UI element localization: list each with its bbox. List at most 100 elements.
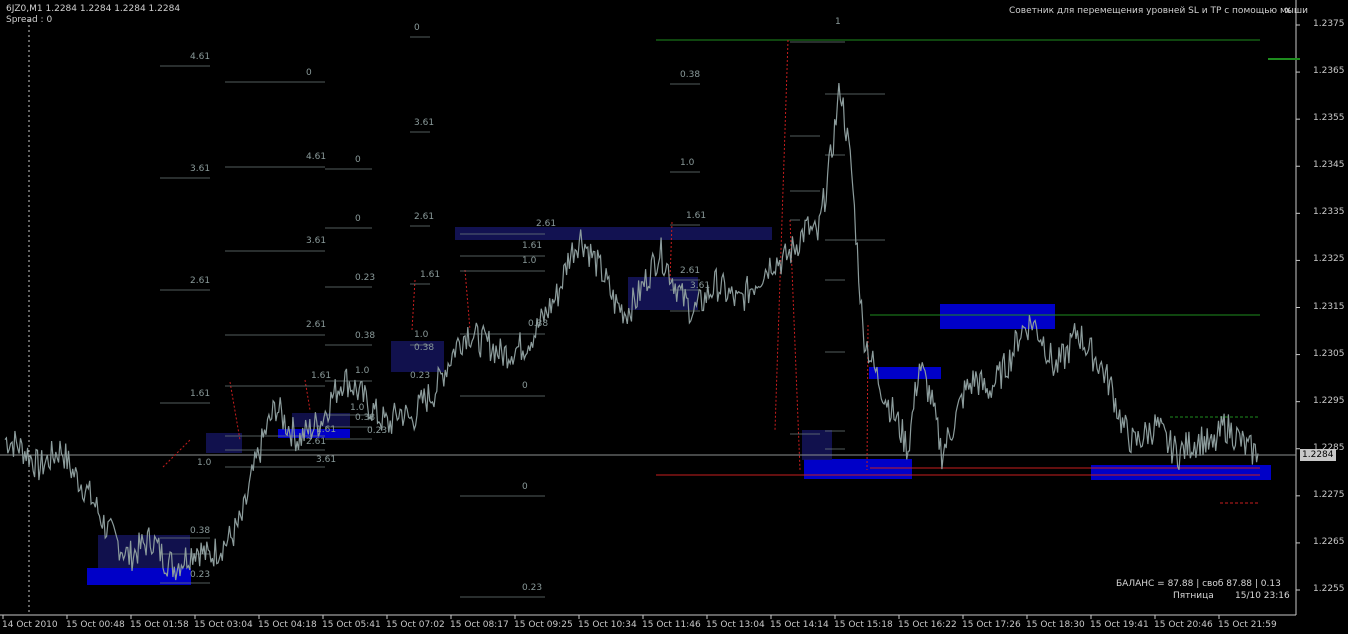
price-axis-label: 1.2325	[1313, 254, 1345, 265]
price-axis-label: 1.2345	[1313, 160, 1345, 171]
fib-level-label: 0	[414, 23, 420, 33]
fib-level-label: 1.61	[311, 371, 332, 381]
day-label: Пятница	[1173, 591, 1214, 601]
fib-level-label: 1.0	[414, 330, 429, 340]
time-axis-label: 15 Oct 08:17	[450, 620, 509, 630]
spread-label: Spread : 0	[6, 15, 53, 25]
time-axis-label: 15 Oct 11:46	[642, 620, 701, 630]
time-axis-label: 15 Oct 18:30	[1026, 620, 1085, 630]
time-axis-label: 15 Oct 20:46	[1154, 620, 1213, 630]
fib-level-label: 0	[522, 381, 528, 391]
fib-level-label: 0.23	[522, 583, 543, 593]
price-axis-label: 1.2355	[1313, 113, 1345, 124]
fib-level-label: 0	[355, 214, 361, 224]
swing-connector	[229, 381, 241, 441]
ohlc-values: 1.2284 1.2284 1.2284 1.2284	[45, 4, 181, 14]
fib-level-label: 2.61	[190, 276, 211, 286]
fib-level-label: 1.61	[420, 270, 441, 280]
fib-level-label: 1.61	[686, 211, 707, 221]
fib-level-label: 0.38	[355, 331, 376, 341]
time-axis-label: 15 Oct 03:04	[194, 620, 253, 630]
fib-level-label: 2.61	[536, 219, 557, 229]
swing-connector	[411, 279, 416, 331]
fib-level-label: 1.0	[680, 158, 695, 168]
fib-level-label: 1.0	[350, 403, 365, 413]
current-price-label: 1.2284	[1300, 449, 1336, 461]
price-axis-label: 1.2255	[1313, 584, 1345, 594]
price-axis-label: 1.2335	[1313, 207, 1345, 218]
fib-level-label: 0	[522, 482, 528, 492]
price-axis-label: 1.2375	[1313, 19, 1345, 29]
price-axis-label: 1.2315	[1313, 301, 1345, 312]
fib-level-label: 3.61	[690, 281, 711, 291]
time-axis-label: 15 Oct 07:02	[386, 620, 445, 630]
price-axis-label: 1.2265	[1313, 536, 1345, 547]
time-axis-label: 15 Oct 05:41	[322, 620, 381, 630]
time-axis-label: 15 Oct 01:58	[130, 620, 189, 630]
fib-level-label: 3.61	[190, 164, 211, 174]
zone-box	[98, 535, 190, 568]
time-axis-label: 15 Oct 04:18	[258, 620, 317, 630]
fib-level-label: 3.61	[306, 236, 327, 246]
fib-level-label: 0.38	[680, 70, 701, 80]
time-axis-label: 15 Oct 17:26	[962, 620, 1021, 630]
time-axis-label: 14 Oct 2010	[2, 620, 58, 630]
zone-box	[455, 227, 772, 240]
symbol-label: 6JZ0,M1	[6, 4, 43, 14]
swing-connector	[304, 379, 311, 411]
time-axis-label: 15 Oct 16:22	[898, 620, 957, 630]
zone-box	[1091, 465, 1271, 480]
price-axis-label: 1.2305	[1313, 348, 1345, 359]
fib-level-label: 0.23	[410, 371, 431, 381]
zone-box	[804, 459, 912, 479]
time-axis-label: 15 Oct 10:34	[578, 620, 637, 630]
fib-level-label: 0.23	[355, 273, 376, 283]
fib-level-label: 0	[306, 68, 312, 78]
close-icon[interactable]: x	[1285, 5, 1291, 16]
time-axis-label: 15 Oct 14:14	[770, 620, 829, 630]
fib-level-label: 3.61	[316, 455, 337, 465]
fib-level-label: 2.61	[306, 320, 327, 330]
swing-connector	[464, 269, 471, 331]
fib-level-label: 1.61	[190, 389, 211, 399]
fib-level-label: 0.38	[414, 343, 435, 353]
fib-level-label: 1	[835, 17, 841, 27]
time-axis-label: 15 Oct 13:04	[706, 620, 765, 630]
time-axis-label: 15 Oct 09:25	[514, 620, 573, 630]
fib-level-label: 1.61	[522, 241, 543, 251]
symbol-ohlc: 6JZ0,M1 1.2284 1.2284 1.2284 1.2284	[6, 4, 180, 14]
zone-box	[869, 367, 941, 379]
time-axis-label: 15 Oct 15:18	[834, 620, 893, 630]
fib-level-label: 0	[355, 155, 361, 165]
swing-connector	[774, 39, 789, 431]
fib-level-label: 1.61	[316, 425, 337, 435]
fib-level-label: 3.61	[414, 118, 435, 128]
fib-level-label: 4.61	[190, 52, 211, 62]
fib-level-label: 0.23	[367, 426, 388, 436]
fib-level-label: 4.61	[306, 152, 327, 162]
price-chart[interactable]	[0, 0, 1348, 634]
price-axis-label: 1.2365	[1313, 66, 1345, 77]
price-axis-label: 1.2295	[1313, 395, 1345, 406]
fib-level-label: 2.61	[306, 437, 327, 447]
time-axis-label: 15 Oct 00:48	[66, 620, 125, 630]
time-axis-label: 15 Oct 19:41	[1090, 620, 1149, 630]
balance-line: БАЛАНС = 87.88 | своб 87.88 | 0.13	[1116, 579, 1281, 589]
price-series	[4, 82, 1259, 581]
advisor-title: Советник для перемещения уровней SL и TP…	[1009, 6, 1308, 16]
fib-level-label: 0.38	[190, 526, 211, 536]
datetime-label: 15/10 23:16	[1235, 591, 1290, 601]
zone-box	[940, 304, 1055, 329]
fib-level-label: 0.38	[355, 413, 376, 423]
fib-level-label: 1.0	[522, 256, 537, 266]
swing-connector	[162, 439, 191, 468]
fib-level-label: 1.0	[355, 366, 370, 376]
fib-level-label: 2.61	[414, 212, 435, 222]
fib-level-label: 2.61	[680, 266, 701, 276]
fib-level-label: 0.38	[528, 319, 549, 329]
fib-level-label: 0.23	[190, 570, 211, 580]
time-axis-label: 15 Oct 21:59	[1218, 620, 1277, 630]
price-axis-label: 1.2275	[1313, 489, 1345, 500]
fib-level-label: 1.0	[197, 458, 212, 468]
chart-window[interactable]: 6JZ0,M1 1.2284 1.2284 1.2284 1.2284 Spre…	[0, 0, 1348, 634]
